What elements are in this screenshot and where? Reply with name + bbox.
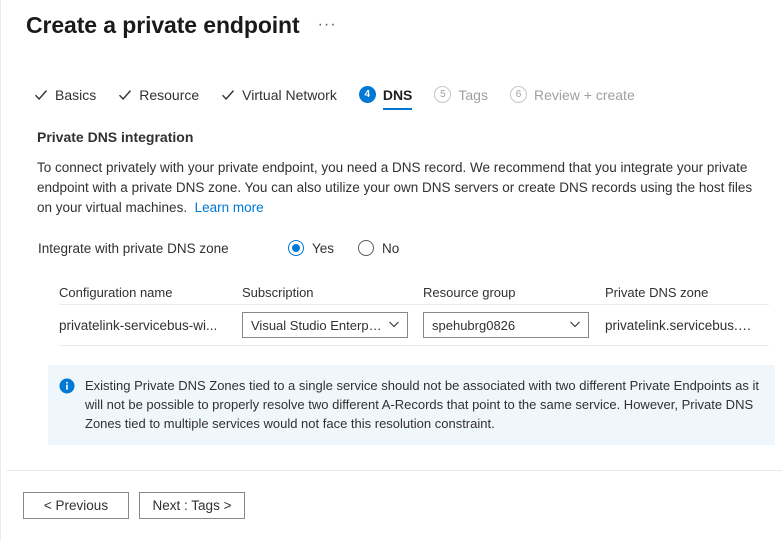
resource-group-dropdown[interactable]: spehubrg0826 [423, 312, 589, 338]
check-icon [118, 88, 132, 102]
table-row: privatelink-servicebus-wi... Visual Stud… [59, 304, 769, 346]
wizard-tabs: Basics Resource Virtual Network 4 DNS 5 … [1, 76, 782, 110]
integrate-private-dns-zone-row: Integrate with private DNS zone Yes No [38, 240, 782, 256]
tab-dns[interactable]: 4 DNS [359, 86, 413, 110]
subscription-dropdown-value: Visual Studio Enterpr... [251, 318, 382, 333]
check-icon [221, 88, 235, 102]
learn-more-link[interactable]: Learn more [195, 200, 264, 215]
radio-label: Yes [312, 241, 334, 256]
tab-resource[interactable]: Resource [118, 87, 199, 110]
section-description: To connect privately with your private e… [37, 158, 770, 218]
cell-subscription: Visual Studio Enterpr... [242, 312, 423, 338]
previous-button[interactable]: < Previous [23, 492, 129, 519]
resource-group-dropdown-value: spehubrg0826 [432, 318, 515, 333]
integrate-private-dns-zone-label: Integrate with private DNS zone [38, 241, 288, 256]
more-options-icon[interactable]: ··· [318, 20, 337, 30]
section-description-text: To connect privately with your private e… [37, 160, 752, 215]
tab-label: Tags [458, 87, 488, 103]
check-icon [34, 88, 48, 102]
radio-option-yes[interactable]: Yes [288, 240, 334, 256]
radio-label: No [382, 241, 399, 256]
radio-mark-selected-icon [288, 240, 304, 256]
chevron-down-icon [569, 318, 581, 333]
create-private-endpoint-blade: Create a private endpoint ··· Basics Res… [0, 0, 782, 541]
table-header-row: Configuration name Subscription Resource… [59, 280, 769, 304]
info-banner: Existing Private DNS Zones tied to a sin… [48, 365, 775, 445]
section-heading: Private DNS integration [37, 129, 782, 145]
integrate-private-dns-zone-radio-group: Yes No [288, 240, 399, 256]
subscription-dropdown[interactable]: Visual Studio Enterpr... [242, 312, 408, 338]
wizard-footer: < Previous Next : Tags > [23, 492, 245, 519]
step-number-badge: 5 [434, 86, 451, 103]
tab-label: Review + create [534, 87, 635, 103]
cell-private-dns-zone: privatelink.servicebus.win... [605, 318, 769, 333]
info-icon [59, 378, 75, 394]
column-header-subscription: Subscription [242, 285, 423, 300]
chevron-down-icon [388, 318, 400, 333]
tab-label: DNS [383, 87, 413, 103]
radio-mark-icon [358, 240, 374, 256]
tab-label: Resource [139, 87, 199, 103]
step-number-badge: 6 [510, 86, 527, 103]
dns-configuration-table: Configuration name Subscription Resource… [59, 280, 769, 346]
tab-label: Virtual Network [242, 87, 337, 103]
column-header-private-dns-zone: Private DNS zone [605, 285, 769, 300]
step-number-badge: 4 [359, 86, 376, 103]
tab-basics[interactable]: Basics [34, 87, 96, 110]
tab-review-create[interactable]: 6 Review + create [510, 86, 635, 110]
page-title: Create a private endpoint [26, 12, 300, 38]
tab-label: Basics [55, 87, 96, 103]
radio-option-no[interactable]: No [358, 240, 399, 256]
next-button[interactable]: Next : Tags > [139, 492, 245, 519]
blade-title-row: Create a private endpoint ··· [1, 0, 782, 38]
column-header-configuration-name: Configuration name [59, 285, 242, 300]
footer-divider [6, 470, 782, 471]
cell-resource-group: spehubrg0826 [423, 312, 605, 338]
info-banner-text: Existing Private DNS Zones tied to a sin… [85, 376, 763, 433]
tab-virtual-network[interactable]: Virtual Network [221, 87, 337, 110]
cell-configuration-name: privatelink-servicebus-wi... [59, 318, 242, 333]
column-header-resource-group: Resource group [423, 285, 605, 300]
tab-tags[interactable]: 5 Tags [434, 86, 488, 110]
